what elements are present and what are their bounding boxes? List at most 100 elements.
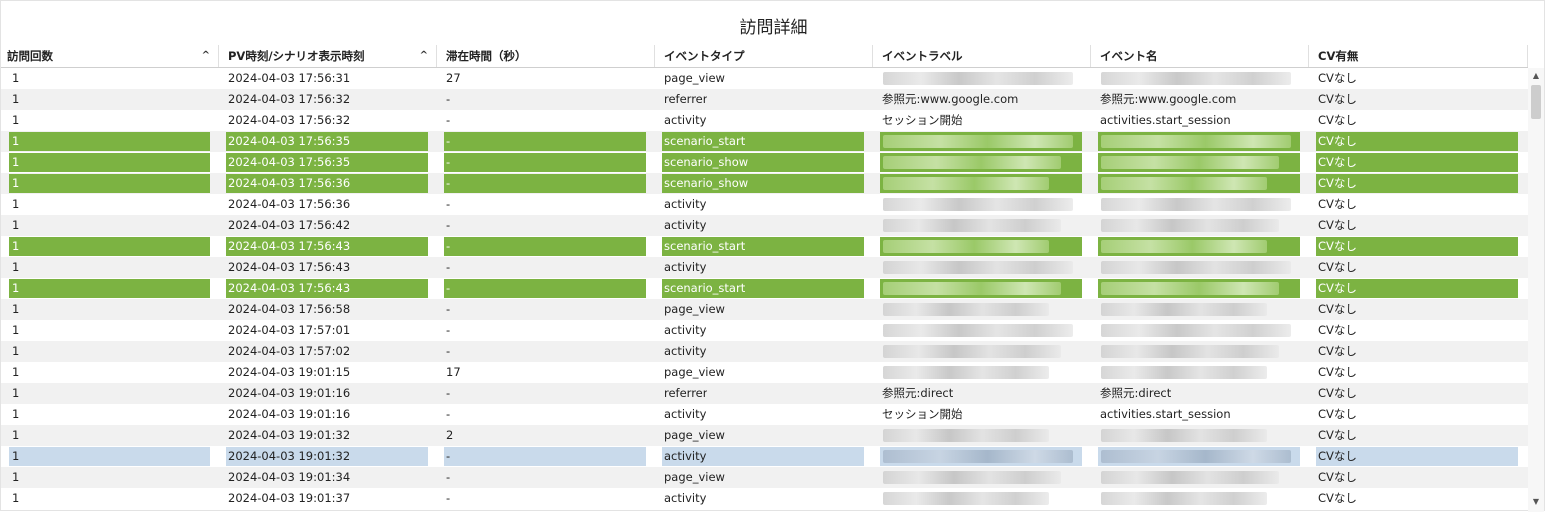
table-row[interactable]: 1 2024-04-03 19:01:32 2 page_view CVなし bbox=[1, 425, 1528, 446]
cell-time: 2024-04-03 19:01:34 bbox=[228, 470, 351, 484]
sort-asc-icon[interactable]: ^ bbox=[420, 45, 428, 67]
table-row[interactable]: 1 2024-04-03 19:01:37 - activity CVなし bbox=[1, 488, 1528, 509]
cell-time: 2024-04-03 17:56:58 bbox=[228, 302, 351, 316]
table-row[interactable]: 1 2024-04-03 17:56:31 27 page_view CVなし bbox=[1, 68, 1528, 89]
cell-count: 1 bbox=[12, 449, 20, 463]
cell-type: scenario_start bbox=[664, 134, 746, 148]
cell-stay: - bbox=[446, 92, 451, 106]
cell-stay: - bbox=[446, 407, 451, 421]
redacted-value bbox=[1101, 240, 1267, 253]
col-event-type[interactable]: イベントタイプ bbox=[655, 45, 873, 67]
cell-count: 1 bbox=[12, 428, 20, 442]
scrollbar-thumb[interactable] bbox=[1531, 85, 1541, 119]
redacted-value bbox=[883, 240, 1049, 253]
cell-count: 1 bbox=[12, 134, 20, 148]
cell-highlight bbox=[444, 237, 646, 256]
cell-type: scenario_start bbox=[664, 239, 746, 253]
cell-cv: CVなし bbox=[1318, 92, 1357, 106]
cell-name: 参照元:www.google.com bbox=[1100, 92, 1237, 106]
cell-cv: CVなし bbox=[1318, 449, 1357, 463]
redacted-value bbox=[883, 492, 1049, 505]
redacted-value bbox=[1101, 492, 1267, 505]
table-row[interactable]: 1 2024-04-03 17:56:35 - scenario_start CVなし bbox=[1, 131, 1528, 152]
cell-time: 2024-04-03 17:56:36 bbox=[228, 197, 351, 211]
table-row[interactable]: 1 2024-04-03 17:57:01 - activity CVなし bbox=[1, 320, 1528, 341]
redacted-value bbox=[883, 261, 1073, 274]
cell-count: 1 bbox=[12, 113, 20, 127]
redacted-value bbox=[1101, 471, 1279, 484]
cell-count: 1 bbox=[12, 365, 20, 379]
redacted-value bbox=[883, 72, 1073, 85]
col-event-label[interactable]: イベントラベル bbox=[873, 45, 1091, 67]
table-row[interactable]: 1 2024-04-03 17:56:42 - activity CVなし bbox=[1, 215, 1528, 236]
col-label: CV有無 bbox=[1318, 49, 1359, 63]
col-label: PV時刻/シナリオ表示時刻 bbox=[228, 49, 365, 63]
redacted-value bbox=[1101, 72, 1291, 85]
redacted-value bbox=[1101, 261, 1291, 274]
redacted-value bbox=[1101, 282, 1279, 295]
scroll-down-icon[interactable]: ▼ bbox=[1528, 496, 1544, 508]
redacted-value bbox=[1101, 366, 1267, 379]
cell-highlight bbox=[444, 132, 646, 151]
col-label: イベントタイプ bbox=[664, 49, 745, 63]
cell-time: 2024-04-03 17:56:43 bbox=[228, 260, 351, 274]
cell-type: scenario_start bbox=[664, 281, 746, 295]
scroll-up-icon[interactable]: ▲ bbox=[1528, 70, 1544, 82]
cell-highlight bbox=[444, 153, 646, 172]
cell-cv: CVなし bbox=[1318, 239, 1357, 253]
cell-count: 1 bbox=[12, 323, 20, 337]
cell-type: scenario_show bbox=[664, 176, 749, 190]
redacted-value bbox=[883, 135, 1073, 148]
cell-count: 1 bbox=[12, 239, 20, 253]
cell-stay: - bbox=[446, 302, 451, 316]
cell-count: 1 bbox=[12, 155, 20, 169]
redacted-value bbox=[1101, 198, 1291, 211]
cell-count: 1 bbox=[12, 386, 20, 400]
cell-stay: - bbox=[446, 197, 451, 211]
col-event-name[interactable]: イベント名 bbox=[1091, 45, 1309, 67]
table-row[interactable]: 1 2024-04-03 19:01:16 - activity セッション開始 acti… bbox=[1, 404, 1528, 425]
cell-stay: - bbox=[446, 260, 451, 274]
col-cv[interactable]: CV有無 bbox=[1309, 45, 1528, 67]
cell-cv: CVなし bbox=[1318, 218, 1357, 232]
cell-count: 1 bbox=[12, 260, 20, 274]
table-row[interactable]: 1 2024-04-03 19:01:16 - referrer 参照元:direct 参… bbox=[1, 383, 1528, 404]
table-row[interactable]: 1 2024-04-03 17:56:43 - activity CVなし bbox=[1, 257, 1528, 278]
table-row[interactable]: 1 2024-04-03 17:56:32 - referrer 参照元:www.goo… bbox=[1, 89, 1528, 110]
table-row[interactable]: 1 2024-04-03 17:56:32 - activity セッション開始 acti… bbox=[1, 110, 1528, 131]
cell-type: activity bbox=[664, 113, 707, 127]
sort-asc-icon[interactable]: ^ bbox=[202, 45, 210, 67]
cell-stay: 17 bbox=[446, 365, 461, 379]
redacted-value bbox=[883, 366, 1049, 379]
col-stay-time[interactable]: 滞在時間（秒） bbox=[437, 45, 655, 67]
table-row[interactable]: 1 2024-04-03 19:01:34 - page_view CVなし bbox=[1, 467, 1528, 488]
table-row[interactable]: 1 2024-04-03 17:56:43 - scenario_start CVなし bbox=[1, 236, 1528, 257]
table-row[interactable]: 1 2024-04-03 17:56:43 - scenario_start CVなし bbox=[1, 278, 1528, 299]
col-pv-time[interactable]: PV時刻/シナリオ表示時刻 ^ bbox=[219, 45, 437, 67]
cell-highlight bbox=[9, 237, 210, 256]
cell-time: 2024-04-03 19:01:32 bbox=[228, 449, 351, 463]
redacted-value bbox=[883, 303, 1049, 316]
cell-type: activity bbox=[664, 197, 707, 211]
table-row[interactable]: 1 2024-04-03 17:57:02 - activity CVなし bbox=[1, 341, 1528, 362]
cell-type: page_view bbox=[664, 302, 725, 316]
table-row[interactable]: 1 2024-04-03 17:56:35 - scenario_show CVなし bbox=[1, 152, 1528, 173]
cell-name: activities.start_session bbox=[1100, 407, 1231, 421]
cell-cv: CVなし bbox=[1318, 428, 1357, 442]
table-row[interactable]: 1 2024-04-03 19:01:15 17 page_view CVなし bbox=[1, 362, 1528, 383]
cell-name: 参照元:direct bbox=[1100, 386, 1172, 400]
table-row[interactable]: 1 2024-04-03 17:56:58 - page_view CVなし bbox=[1, 299, 1528, 320]
cell-highlight bbox=[444, 279, 646, 298]
cell-time: 2024-04-03 17:56:42 bbox=[228, 218, 351, 232]
table-row[interactable]: 1 2024-04-03 17:56:36 - scenario_show CVなし bbox=[1, 173, 1528, 194]
table-row[interactable]: 1 2024-04-03 17:56:36 - activity CVなし bbox=[1, 194, 1528, 215]
table-row[interactable]: 1 2024-04-03 19:01:32 - activity CVなし bbox=[1, 446, 1528, 467]
cell-count: 1 bbox=[12, 344, 20, 358]
cell-time: 2024-04-03 19:01:16 bbox=[228, 407, 351, 421]
cell-type: page_view bbox=[664, 428, 725, 442]
redacted-value bbox=[1101, 345, 1279, 358]
vertical-scrollbar[interactable]: ▲ ▼ bbox=[1528, 68, 1544, 512]
cell-cv: CVなし bbox=[1318, 260, 1357, 274]
col-visit-count[interactable]: 訪問回数 ^ bbox=[1, 45, 219, 67]
cell-stay: - bbox=[446, 386, 451, 400]
